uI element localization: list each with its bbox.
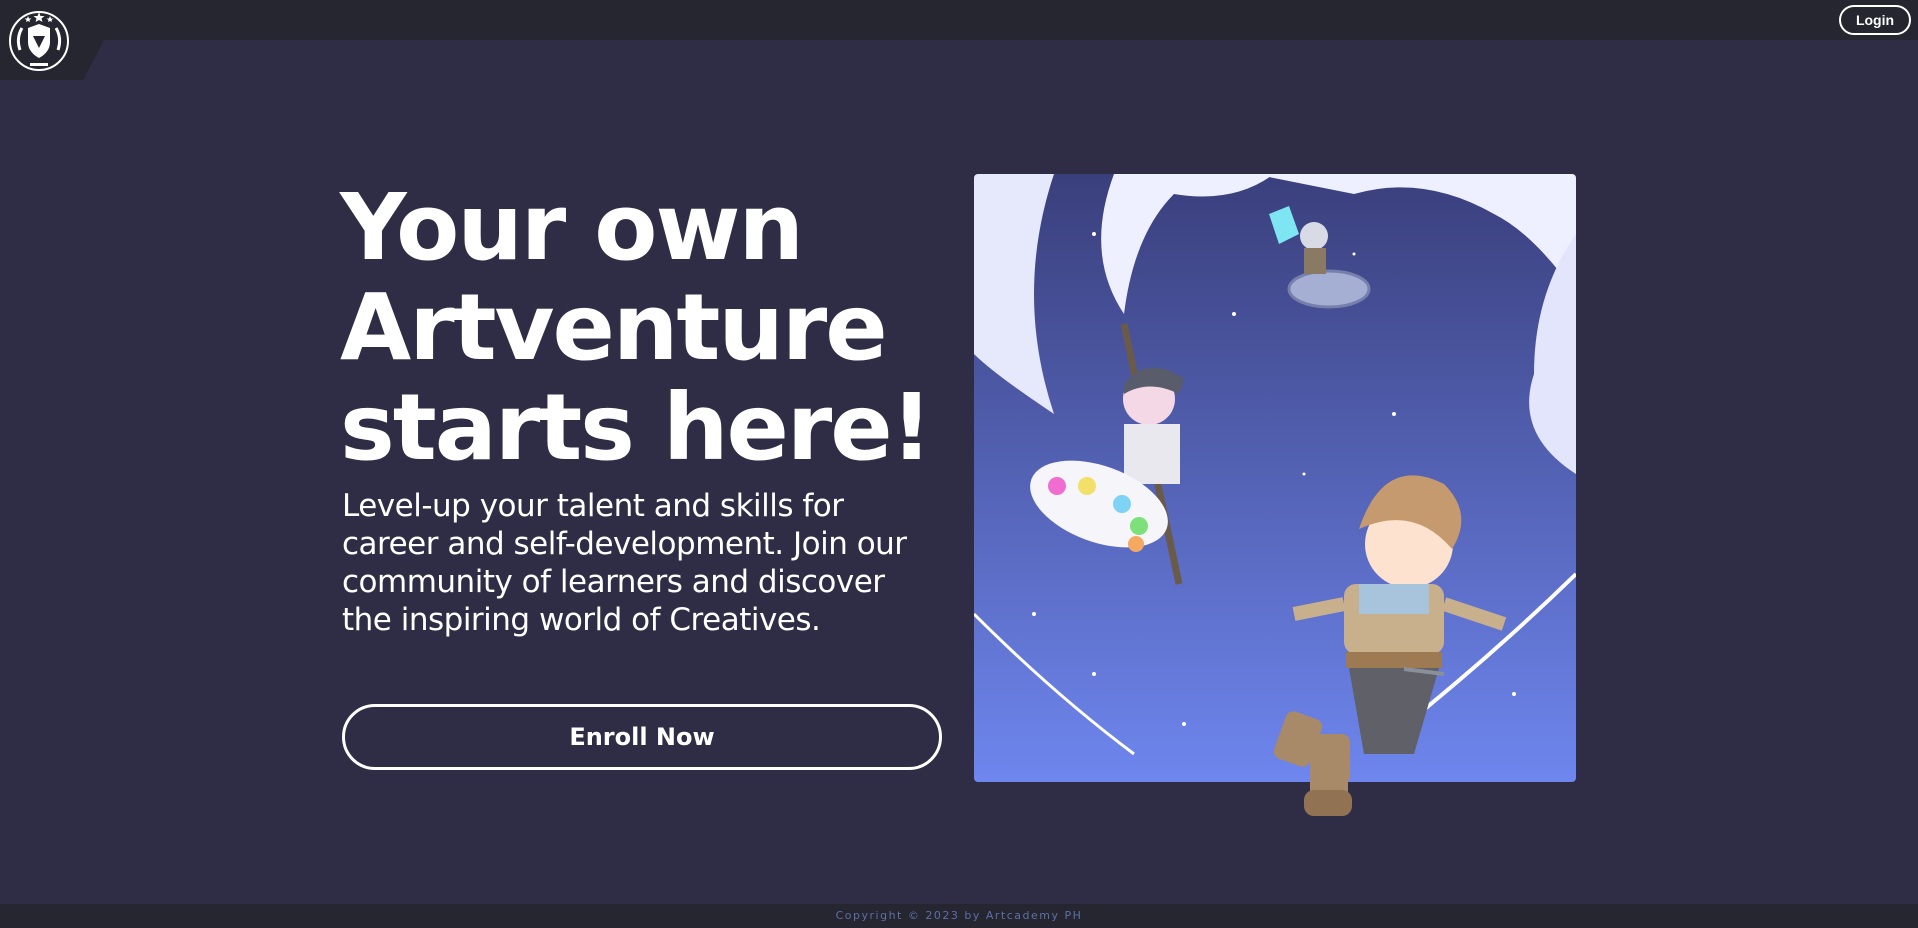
academy-crest-icon[interactable]	[6, 8, 72, 74]
illustration-overflow-boot	[1270, 740, 1360, 830]
hero-title-line: starts here!	[340, 374, 933, 481]
hero-illustration	[974, 174, 1576, 782]
login-button[interactable]: Login	[1839, 5, 1911, 35]
hero-title: Your own Artventure starts here!	[340, 178, 960, 478]
hero-title-line: Artventure	[340, 274, 888, 381]
top-navbar	[0, 0, 1918, 40]
footer-copyright: Copyright © 2023 by Artcademy PH	[835, 909, 1083, 922]
hero-subtitle: Level-up your talent and skills for care…	[342, 488, 907, 638]
enroll-now-button[interactable]: Enroll Now	[342, 704, 942, 770]
hero-title-line: Your own	[340, 174, 804, 281]
